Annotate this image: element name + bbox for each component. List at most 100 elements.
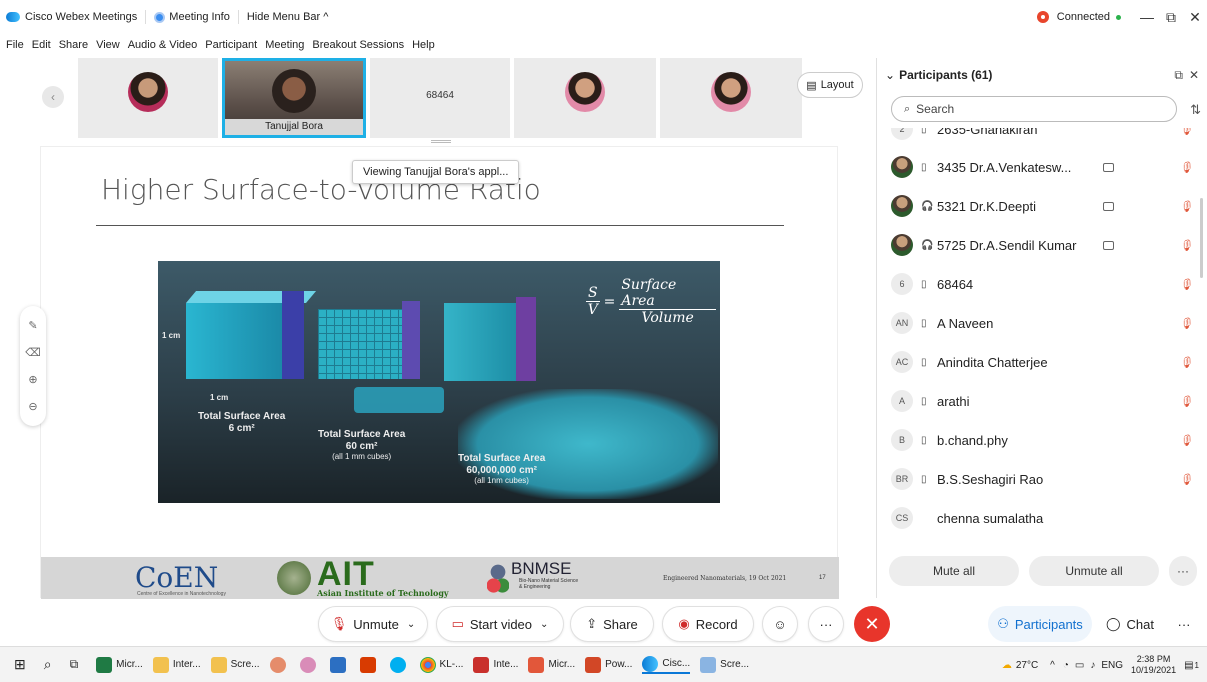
- app-icon[interactable]: [329, 656, 350, 673]
- unmute-button[interactable]: 🎙︎ Unmute ⌄: [318, 606, 428, 642]
- more-icon: ···: [1177, 616, 1191, 632]
- taskbar-item-active[interactable]: Cisc...: [642, 655, 691, 674]
- participants-button[interactable]: ⚇ Participants: [988, 606, 1092, 642]
- mic-muted-icon[interactable]: 🎙︎: [1179, 395, 1193, 408]
- close-panel-icon[interactable]: ✕: [1189, 68, 1199, 82]
- app-icon[interactable]: [389, 656, 410, 673]
- layout-button[interactable]: ▤ Layout: [797, 72, 863, 98]
- panel-more-button[interactable]: ···: [1166, 606, 1202, 642]
- close-window-button[interactable]: ✕: [1183, 9, 1207, 26]
- language-indicator[interactable]: ENG: [1101, 660, 1123, 671]
- participant-row[interactable]: AC ▯ Anindita Chatterjee 🎙︎: [877, 343, 1197, 381]
- video-tile[interactable]: [660, 58, 802, 138]
- zoom-out-icon[interactable]: ⊖: [28, 400, 37, 413]
- participant-scrollbar[interactable]: [1200, 198, 1203, 278]
- minimize-button[interactable]: —: [1135, 9, 1159, 25]
- hide-menu-bar-button[interactable]: Hide Menu Bar ^: [239, 10, 337, 24]
- weather-icon[interactable]: ☁: [1002, 660, 1012, 671]
- notification-icon[interactable]: ▤ 1: [1184, 660, 1199, 671]
- menu-help[interactable]: Help: [408, 39, 439, 51]
- clock[interactable]: 2:38 PM 10/19/2021: [1131, 654, 1176, 676]
- taskbar-item[interactable]: Inter...: [152, 656, 201, 673]
- participant-row[interactable]: 🎧 5725 Dr.A.Sendil Kumar 🎙︎: [877, 226, 1197, 264]
- mic-muted-icon[interactable]: 🎙︎: [1179, 356, 1193, 369]
- network-icon[interactable]: ◔: [1063, 660, 1069, 671]
- chat-button[interactable]: ◯ Chat: [1096, 606, 1164, 642]
- taskbar-item[interactable]: Inte...: [473, 656, 518, 673]
- taskbar-item[interactable]: Pow...: [585, 656, 632, 673]
- participant-row[interactable]: CS chenna sumalatha: [877, 499, 1197, 537]
- menu-audio-video[interactable]: Audio & Video: [124, 39, 202, 51]
- popout-icon[interactable]: ⧉: [1174, 68, 1183, 82]
- sort-icon[interactable]: ⇅: [1190, 102, 1201, 118]
- participant-avatar: [891, 156, 913, 178]
- menu-file[interactable]: File: [0, 39, 28, 51]
- mute-all-button[interactable]: Mute all: [889, 556, 1019, 586]
- participant-row[interactable]: 🎧 5321 Dr.K.Deepti 🎙︎: [877, 187, 1197, 225]
- participant-search-input[interactable]: ⌕ Search: [891, 96, 1177, 122]
- panel-footer-more-button[interactable]: ···: [1169, 556, 1197, 586]
- annotate-pen-icon[interactable]: ✎: [28, 319, 37, 332]
- participant-avatar: [891, 234, 913, 256]
- taskbar-item[interactable]: Micr...: [528, 656, 575, 673]
- connection-status[interactable]: Connected: [1036, 11, 1135, 23]
- leave-meeting-button[interactable]: ✕: [854, 606, 890, 642]
- taskbar-item[interactable]: Micr...: [96, 656, 143, 673]
- mic-muted-icon[interactable]: 🎙︎: [1179, 161, 1193, 174]
- participant-avatar: [128, 72, 168, 112]
- app-icon[interactable]: [359, 656, 380, 673]
- strip-resize-handle[interactable]: [431, 140, 451, 143]
- menu-edit[interactable]: Edit: [28, 39, 55, 51]
- menu-view[interactable]: View: [92, 39, 124, 51]
- participant-row[interactable]: A ▯ arathi 🎙︎: [877, 382, 1197, 420]
- video-tile[interactable]: 68464: [370, 58, 510, 138]
- start-video-button[interactable]: ▭ Start video ⌄: [436, 606, 564, 642]
- participant-row[interactable]: BR ▯ B.S.Seshagiri Rao 🎙︎: [877, 460, 1197, 498]
- unmute-all-button[interactable]: Unmute all: [1029, 556, 1159, 586]
- participant-row[interactable]: AN ▯ A Naveen 🎙︎: [877, 304, 1197, 342]
- menu-participant[interactable]: Participant: [201, 39, 261, 51]
- participant-initials: BR: [891, 468, 913, 490]
- strip-prev-button[interactable]: ‹: [42, 86, 64, 108]
- layout-icon: ▤: [806, 79, 817, 92]
- video-tile[interactable]: [78, 58, 218, 138]
- panel-title[interactable]: ⌄ Participants (61): [885, 68, 992, 82]
- search-icon[interactable]: ⌕: [44, 656, 52, 673]
- restore-button[interactable]: ⧉: [1159, 9, 1183, 26]
- mic-muted-icon[interactable]: 🎙︎: [1179, 473, 1193, 486]
- chevron-up-icon[interactable]: ^: [1050, 660, 1055, 671]
- meeting-info-button[interactable]: Meeting Info: [146, 10, 239, 24]
- more-options-button[interactable]: ···: [808, 606, 844, 642]
- volume-icon[interactable]: ♪: [1090, 660, 1095, 671]
- windows-start-icon[interactable]: ⊞: [14, 656, 26, 673]
- mic-muted-icon[interactable]: 🎙︎: [1179, 200, 1193, 213]
- taskbar-item[interactable]: Scre...: [210, 656, 260, 673]
- mic-muted-icon[interactable]: 🎙︎: [1179, 278, 1193, 291]
- task-view-icon[interactable]: ⧉: [70, 657, 79, 672]
- participant-row[interactable]: ▯ 3435 Dr.A.Venkatesw... 🎙︎: [877, 148, 1197, 186]
- menu-meeting[interactable]: Meeting: [261, 39, 308, 51]
- reactions-button[interactable]: ☺: [762, 606, 798, 642]
- weather-temp[interactable]: 27°C: [1016, 660, 1038, 671]
- participant-row[interactable]: 2 ▯ 2635-Ghanakiran 🎙︎: [877, 128, 1197, 148]
- menu-breakout-sessions[interactable]: Breakout Sessions: [308, 39, 408, 51]
- video-tile[interactable]: [514, 58, 656, 138]
- mic-muted-icon[interactable]: 🎙︎: [1179, 128, 1193, 136]
- battery-icon[interactable]: ▭: [1075, 660, 1084, 671]
- mic-muted-icon[interactable]: 🎙︎: [1179, 434, 1193, 447]
- taskbar-item[interactable]: KL-...: [419, 656, 463, 673]
- video-tile-active[interactable]: Tanujjal Bora: [222, 58, 366, 138]
- mic-muted-icon[interactable]: 🎙︎: [1179, 239, 1193, 252]
- participant-row[interactable]: 6 ▯ 68464 🎙︎: [877, 265, 1197, 303]
- eraser-icon[interactable]: ⌫: [25, 346, 41, 359]
- zoom-in-icon[interactable]: ⊕: [28, 373, 37, 386]
- menu-bar: File Edit Share View Audio & Video Parti…: [0, 36, 439, 54]
- app-icon[interactable]: [269, 656, 290, 673]
- menu-share[interactable]: Share: [55, 39, 92, 51]
- participant-row[interactable]: B ▯ b.chand.phy 🎙︎: [877, 421, 1197, 459]
- app-icon[interactable]: [299, 656, 320, 673]
- record-button[interactable]: ◉ Record: [662, 606, 754, 642]
- share-button[interactable]: ⇪ Share: [570, 606, 654, 642]
- taskbar-item[interactable]: Scre...: [700, 656, 749, 673]
- mic-muted-icon[interactable]: 🎙︎: [1179, 317, 1193, 330]
